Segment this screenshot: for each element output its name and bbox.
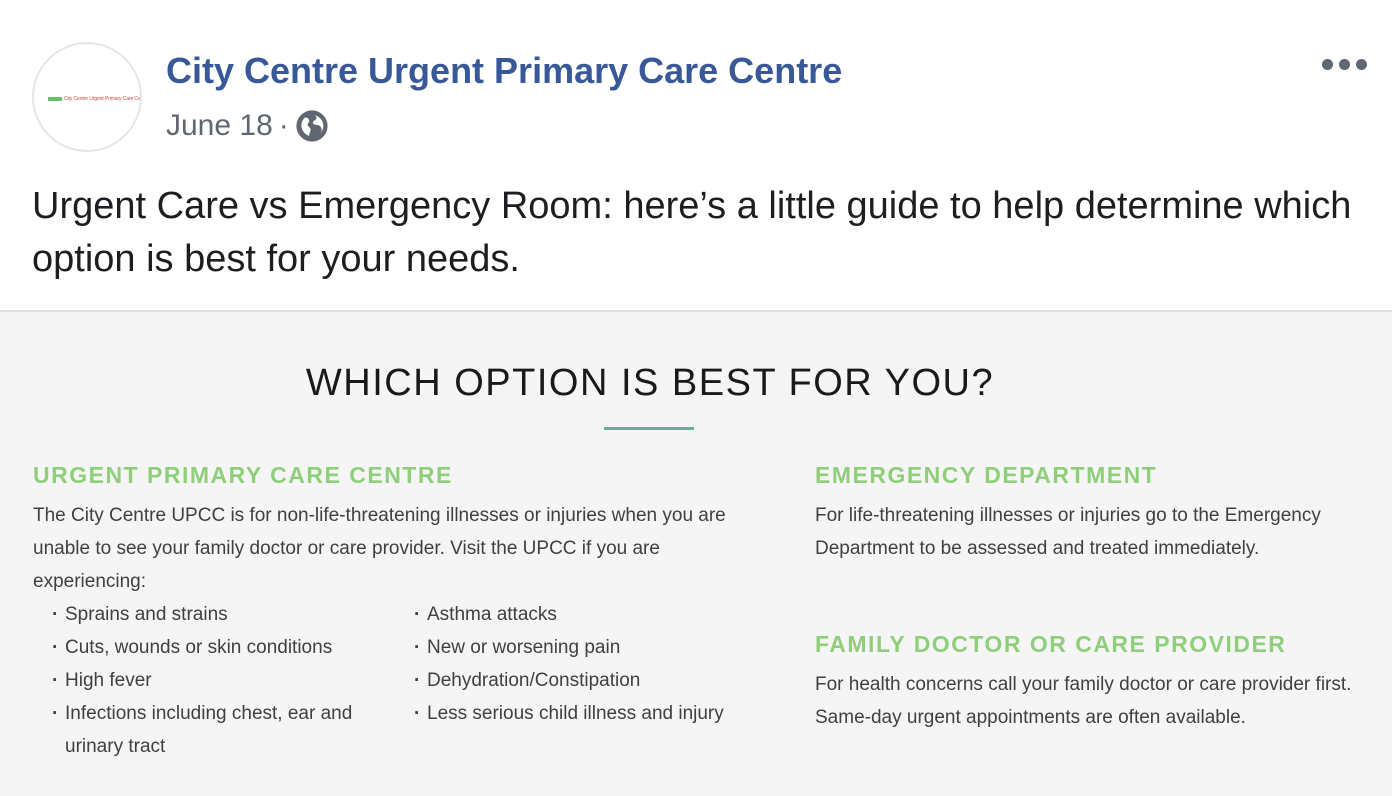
page-name-link[interactable]: City Centre Urgent Primary Care Centre	[166, 50, 842, 92]
meta-separator: ·	[278, 109, 289, 142]
ellipsis-dot	[1322, 59, 1333, 70]
list-item: Sprains and strains	[52, 598, 382, 631]
list-item: High fever	[52, 664, 382, 697]
list-item: New or worsening pain	[414, 631, 734, 664]
list-item: Cuts, wounds or skin conditions	[52, 631, 382, 664]
list-item: Less serious child illness and injury	[414, 697, 734, 730]
logo-text: City Centre Urgent Primary Care Centre	[64, 96, 142, 102]
ellipsis-dot	[1339, 59, 1350, 70]
infographic-title: WHICH OPTION IS BEST FOR YOU?	[305, 362, 995, 404]
list-item: Infections including chest, ear and urin…	[52, 697, 382, 763]
facebook-post: City Centre Urgent Primary Care Centre C…	[0, 0, 1392, 796]
list-item: Dehydration/Constipation	[414, 664, 734, 697]
upcc-bullets-right: Asthma attacks New or worsening pain Deh…	[414, 598, 734, 730]
post-meta: June 18 ·	[166, 106, 329, 146]
family-doctor-heading: FAMILY DOCTOR OR CARE PROVIDER	[815, 631, 1287, 657]
globe-icon[interactable]	[295, 109, 329, 143]
emergency-body: For life-threatening illnesses or injuri…	[815, 505, 1321, 559]
upcc-bullets-left: Sprains and strains Cuts, wounds or skin…	[52, 598, 382, 763]
post-image-infographic[interactable]: WHICH OPTION IS BEST FOR YOU? URGENT PRI…	[0, 310, 1392, 796]
title-divider	[604, 427, 694, 430]
ellipsis-icon[interactable]	[1322, 54, 1368, 74]
family-doctor-body: For health concerns call your family doc…	[815, 674, 1352, 728]
logo-mark	[48, 97, 62, 101]
post-caption: Urgent Care vs Emergency Room: here’s a …	[32, 185, 1352, 280]
ellipsis-dot	[1356, 59, 1367, 70]
list-item: Asthma attacks	[414, 598, 734, 631]
upcc-body: The City Centre UPCC is for non-life-thr…	[33, 505, 726, 592]
page-avatar[interactable]: City Centre Urgent Primary Care Centre	[32, 42, 142, 152]
page-logo: City Centre Urgent Primary Care Centre	[48, 94, 140, 104]
post-date[interactable]: June 18	[166, 109, 273, 143]
upcc-heading: URGENT PRIMARY CARE CENTRE	[33, 462, 453, 488]
post-header: City Centre Urgent Primary Care Centre C…	[0, 0, 1392, 170]
emergency-heading: EMERGENCY DEPARTMENT	[815, 462, 1158, 488]
